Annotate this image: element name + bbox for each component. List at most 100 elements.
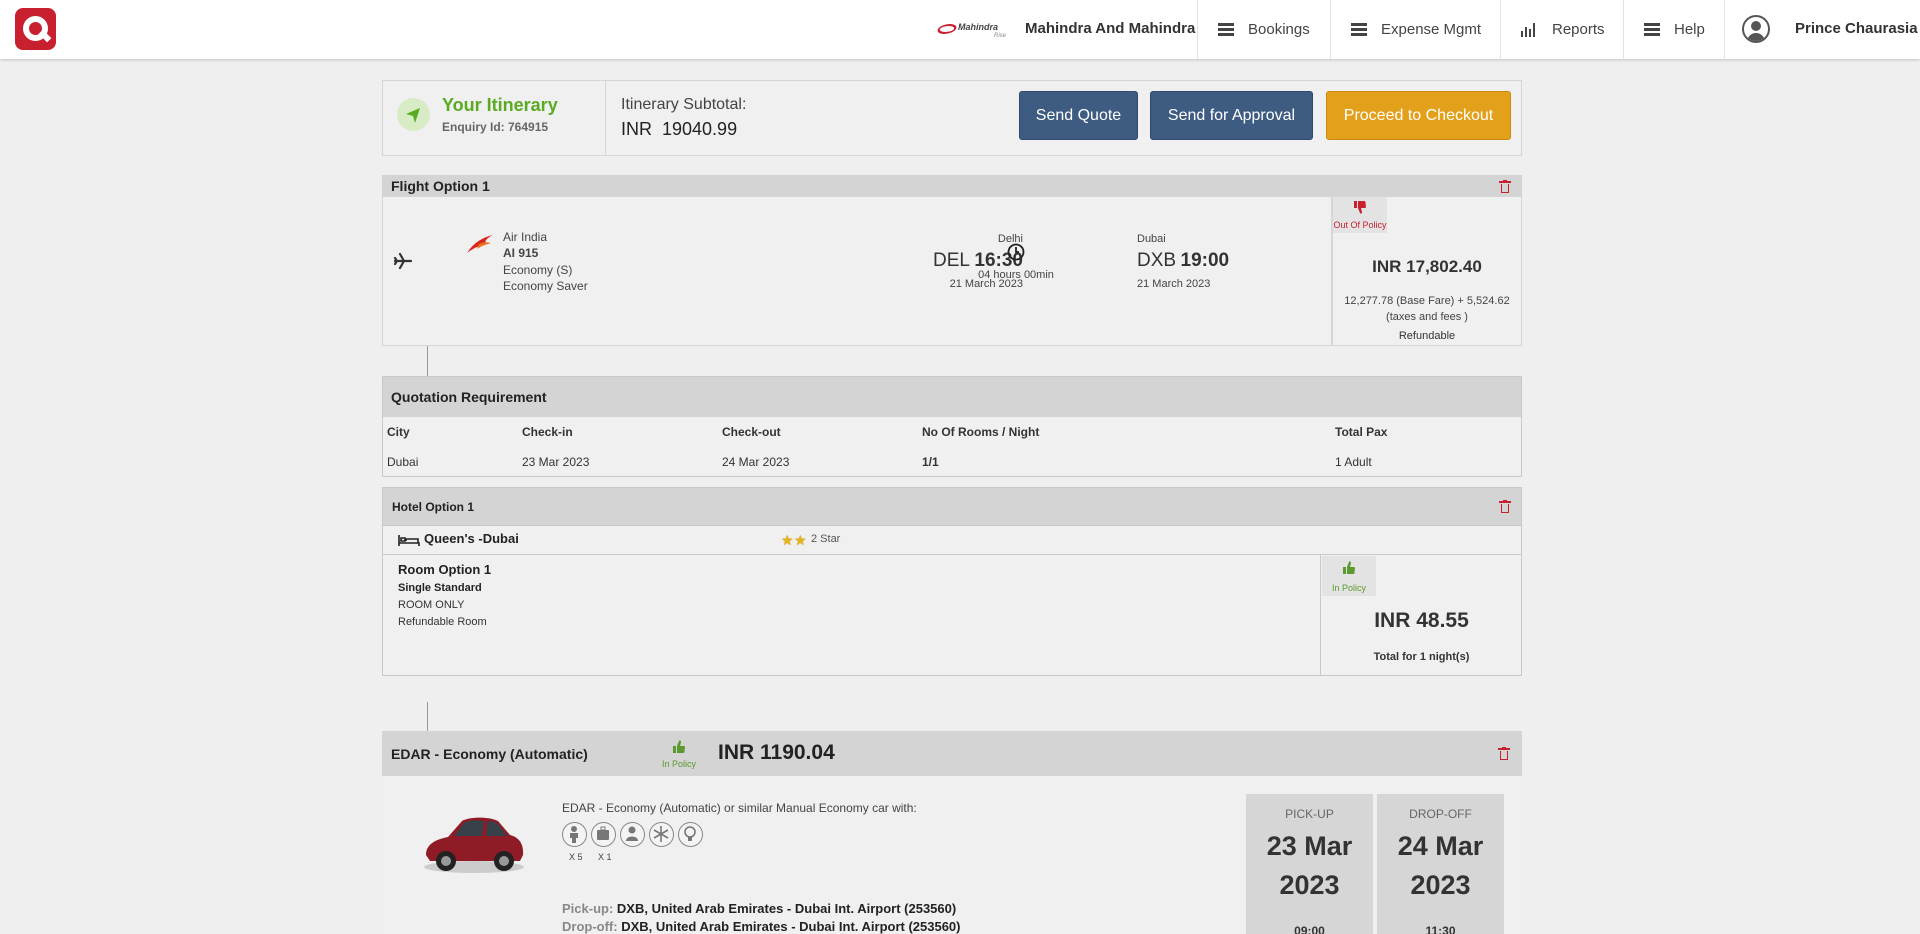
passenger-icon [562,822,587,847]
flight-number: AI 915 [503,246,539,260]
clock-icon [1007,243,1025,261]
room-type: Single Standard [398,582,482,594]
flight-price: INR 17,802.40 [1372,257,1482,276]
delete-car-icon[interactable] [1498,747,1510,760]
dropoff-date-box: DROP-OFF 24 Mar 2023 11:30 [1377,794,1504,934]
menu-icon [1218,23,1234,36]
cell-checkin: 23 Mar 2023 [522,455,590,469]
menu-icon [1351,23,1367,36]
nav-help[interactable]: Help [1644,0,1705,59]
car-title: EDAR - Economy (Automatic) [391,746,588,762]
meal-plan: ROOM ONLY [398,599,465,611]
company-name: Mahindra And Mahindra [1025,20,1196,37]
send-for-approval-button[interactable]: Send for Approval [1150,91,1313,140]
col-header-city: City [387,425,410,439]
delete-hotel-icon[interactable] [1499,500,1511,513]
thumbs-down-icon [1354,201,1366,214]
nav-divider [1330,0,1331,59]
luggage-count: X 1 [598,852,612,862]
dropoff-date: 24 Mar 2023 [1397,831,1484,900]
refund-status: Refundable [1398,330,1456,342]
star-rating-label: 2 Star [811,533,841,545]
col-header-pax: Total Pax [1335,425,1388,439]
quotation-title: Quotation Requirement [383,377,1521,417]
nav-divider [1500,0,1501,59]
star-icon: ★ [781,532,794,548]
timeline-connector [427,346,428,376]
send-quote-button[interactable]: Send Quote [1019,91,1138,140]
col-header-rooms: No Of Rooms / Night [922,425,1040,439]
air-conditioning-icon [649,822,674,847]
luggage-icon [591,822,616,847]
airline-name: Air India [503,230,548,244]
pickup-time: 09:00 [1286,924,1333,934]
flight-duration: 04 hours 00min [978,269,1054,281]
flight-details: Air India AI 915 Economy (S) Economy Sav… [382,197,1332,346]
hotel-name: Queen's -Dubai [424,531,519,546]
pickup-date: 23 Mar 2023 [1266,831,1353,900]
fuel-icon [678,822,703,847]
subtotal-value: INR 19040.99 [621,119,738,139]
flight-price-panel: Out Of Policy INR 17,802.40 12,277.78 (B… [1332,197,1522,346]
nav-divider [1724,0,1725,59]
quotation-requirement: Quotation Requirement City Check-in Chec… [382,376,1522,477]
in-policy-badge: In Policy [1322,556,1376,596]
car-option-card: EDAR - Economy (Automatic) In Policy INR… [382,731,1522,934]
hotel-price: INR 48.55 [1374,609,1469,632]
arrival-date: 21 March 2023 [1137,278,1211,290]
car-price: INR 1190.04 [718,741,835,764]
hotel-option-card: Hotel Option 1 Queen's -Dubai ★ ★ 2 Star… [382,487,1522,676]
user-avatar-icon[interactable] [1742,15,1770,43]
arrival-city: Dubai [1137,233,1166,245]
app-logo[interactable] [15,8,56,50]
nav-divider [1197,0,1198,59]
air-india-logo-icon [467,235,493,253]
passenger-count: X 5 [569,852,583,862]
col-header-checkout: Check-out [722,425,781,439]
fare-breakup: 12,277.78 (Base Fare) + 5,524.62 (taxes … [1344,295,1510,323]
enquiry-id: Enquiry Id: 764915 [442,120,549,134]
hotel-price-note: Total for 1 night(s) [1373,651,1470,663]
itinerary-summary: Your Itinerary Enquiry Id: 764915 Itiner… [382,80,1522,156]
timeline-connector [427,702,428,731]
dropoff-location: Drop-off: DXB, United Arab Emirates - Du… [562,919,961,934]
car-image [424,817,524,873]
col-header-checkin: Check-in [522,425,573,439]
pickup-date-box: PICK-UP 23 Mar 2023 09:00 [1246,794,1373,934]
out-of-policy-badge: Out Of Policy [1333,197,1387,233]
itinerary-title: Your Itinerary [442,95,558,115]
thumbs-up-icon [673,740,685,753]
hotel-option-header: Hotel Option 1 [383,488,1521,525]
proceed-to-checkout-button[interactable]: Proceed to Checkout [1326,91,1511,140]
user-name[interactable]: Prince Chaurasia [1795,20,1918,37]
dropoff-time: 11:30 [1417,924,1464,934]
nav-expense-mgmt[interactable]: Expense Mgmt [1351,0,1481,59]
car-description: EDAR - Economy (Automatic) or similar Ma… [562,801,917,815]
company-logo: Mahindra Rise [935,19,1008,43]
room-option-title: Room Option 1 [398,562,492,577]
delete-flight-icon[interactable] [1499,180,1511,193]
flight-option-card: Flight Option 1 Air India AI 915 Economy… [382,175,1522,346]
thumbs-up-icon [1343,561,1355,574]
driver-icon [620,822,645,847]
arrival-time: DXB 19:00 [1137,250,1230,271]
cell-checkout: 24 Mar 2023 [722,455,790,469]
top-navbar: Mahindra Rise Mahindra And Mahindra Book… [0,0,1920,59]
in-policy-badge: In Policy [652,736,706,772]
departure-city: Delhi [997,233,1023,245]
navigation-arrow-icon [397,98,430,131]
room-refund-status: Refundable Room [398,616,487,628]
flight-option-header: Flight Option 1 [382,175,1522,197]
nav-divider [1623,0,1624,59]
airplane-icon [393,252,413,270]
menu-icon [1644,23,1660,36]
cell-pax: 1 Adult [1335,455,1372,469]
cell-rooms: 1/1 [922,455,939,469]
subtotal-label: Itinerary Subtotal: [621,96,747,113]
pickup-location: Pick-up: DXB, United Arab Emirates - Dub… [562,901,957,916]
nav-reports[interactable]: Reports [1521,0,1605,59]
bed-icon [398,535,420,546]
bar-chart-icon [1521,22,1538,37]
nav-bookings[interactable]: Bookings [1218,0,1310,59]
fare-type: Economy Saver [503,279,588,293]
